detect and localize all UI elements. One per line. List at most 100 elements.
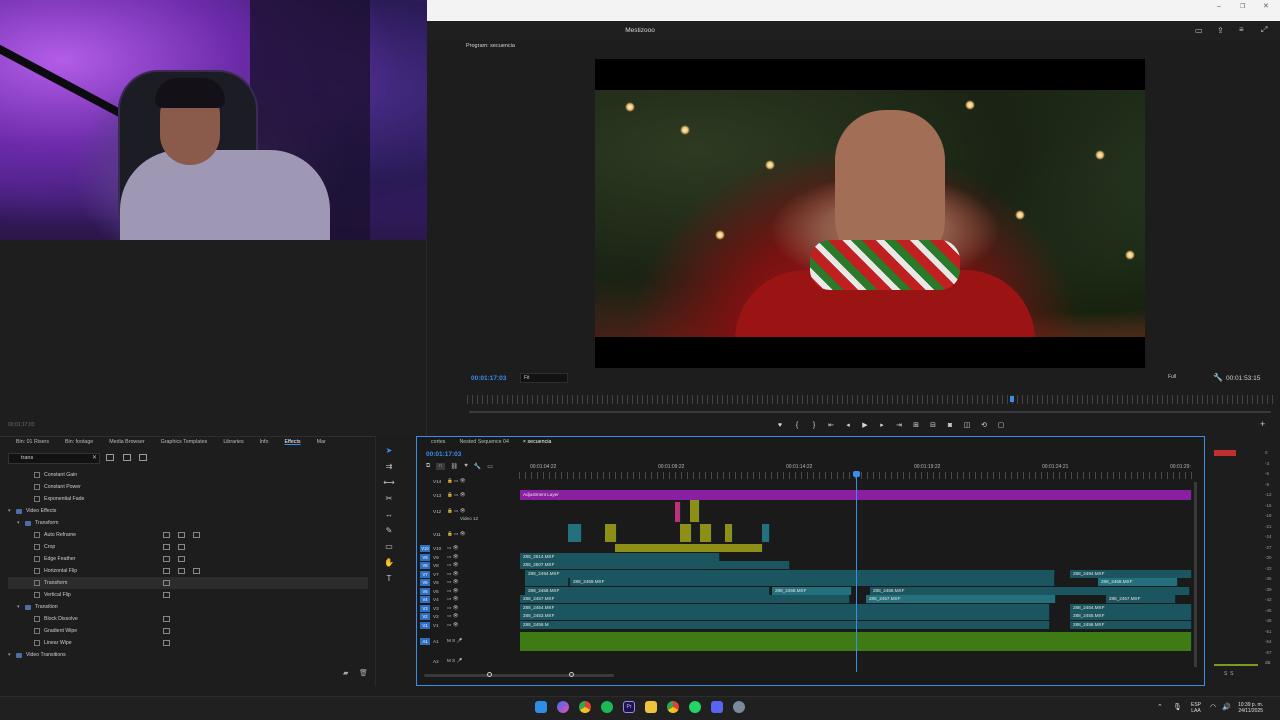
spotify-icon[interactable]: [601, 701, 613, 713]
meter-solo-labels[interactable]: S S: [1224, 671, 1233, 677]
restore-icon[interactable]: ❐: [1240, 3, 1245, 10]
clip-v12-b[interactable]: [690, 500, 700, 522]
track-header-v6[interactable]: V6 V6 ▭ 👁: [420, 578, 518, 586]
track-select-tool-icon[interactable]: ⇉: [383, 461, 395, 473]
track-header-v2[interactable]: V2 V2 ▭ 👁: [420, 612, 518, 620]
settings-icon[interactable]: 🔧: [474, 463, 481, 470]
track-header-v3[interactable]: V3 V3 ▭ 👁: [420, 604, 518, 612]
type-tool-icon[interactable]: T: [383, 573, 395, 585]
effect-item-crop[interactable]: Crop: [8, 541, 368, 553]
effect-item-video-transitions[interactable]: ▾ Video Transitions: [8, 649, 368, 661]
safe-margins-icon[interactable]: ▢: [996, 421, 1006, 429]
track-header-v9[interactable]: V9 V9 ▭ 👁: [420, 553, 518, 561]
clip-v11-c[interactable]: [680, 524, 692, 542]
clip-v2-a[interactable]: 288_2453.MXF: [520, 612, 1050, 620]
effect-item-transition[interactable]: ▾ Transition: [8, 601, 368, 613]
track-header-a2[interactable]: A2 M S 🎤: [420, 656, 518, 666]
new-bin-icon[interactable]: ▰: [343, 669, 348, 677]
disclosure-triangle-icon[interactable]: ▾: [8, 649, 16, 661]
clip-v8[interactable]: 288_2507.MXF: [520, 561, 790, 569]
timeline-current-time[interactable]: 00:01:17:03: [426, 451, 461, 458]
accelerated-effects-icon[interactable]: [106, 454, 114, 461]
snap-icon[interactable]: ∩: [436, 463, 445, 470]
effect-item-exponential-fade[interactable]: Exponential Fade: [8, 493, 368, 505]
clip-v11-b[interactable]: [605, 524, 617, 542]
effect-item-vertical-flip[interactable]: Vertical Flip: [8, 589, 368, 601]
effect-item-transform[interactable]: Transform: [8, 577, 368, 589]
effects-tab-info[interactable]: Info: [252, 438, 277, 446]
slip-tool-icon[interactable]: ↔: [383, 509, 395, 521]
32bit-effects-icon[interactable]: [123, 454, 131, 461]
clip-v7-a[interactable]: 288_2494.MXF: [525, 570, 1055, 578]
clip-v6-a[interactable]: [525, 578, 569, 586]
copilot-icon[interactable]: [557, 701, 569, 713]
clip-v5-c[interactable]: 288_2458.MXF: [870, 587, 1190, 595]
play-icon[interactable]: ▶: [860, 421, 870, 429]
marker-icon[interactable]: ♥: [775, 422, 785, 429]
volume-icon[interactable]: 🔊: [1222, 703, 1231, 711]
timeline-playhead[interactable]: [856, 472, 857, 672]
track-header-v8[interactable]: V8 V8 ▭ 👁: [420, 561, 518, 569]
taskbar-clock[interactable]: 10:39 p. m. 24/11/2025: [1238, 702, 1263, 714]
whatsapp-icon[interactable]: [689, 701, 701, 713]
effects-tab-media-browser[interactable]: Media Browser: [101, 438, 152, 446]
selection-tool-icon[interactable]: ➤: [383, 445, 395, 457]
program-playhead[interactable]: [1010, 396, 1014, 402]
effect-item-video-effects[interactable]: ▾ Video Effects: [8, 505, 368, 517]
trash-icon[interactable]: 🗑: [359, 669, 368, 677]
panel-icon[interactable]: ▭: [1195, 26, 1203, 35]
clip-v11-f[interactable]: [762, 524, 770, 542]
keyboard-language[interactable]: ESP LAA: [1191, 702, 1201, 714]
timeline-tab-cortes[interactable]: cortes: [424, 438, 452, 446]
program-scrub-bar[interactable]: [469, 411, 1271, 413]
clip-v11-e[interactable]: [725, 524, 733, 542]
timeline-playhead-handle[interactable]: [853, 471, 860, 477]
program-current-time[interactable]: 00:01:17:03: [471, 375, 506, 382]
clip-v11-d[interactable]: [700, 524, 712, 542]
overwrite-icon[interactable]: ⊟: [928, 421, 938, 429]
add-marker-icon[interactable]: ♥: [464, 463, 468, 470]
clip-v4-c[interactable]: 288_2457.MXF: [1106, 595, 1176, 603]
wifi-icon[interactable]: ◠: [1210, 703, 1216, 711]
clip-v1-b[interactable]: 288_2456.MXF: [1070, 621, 1192, 629]
mark-out-icon[interactable]: }: [809, 422, 819, 429]
clip-v9[interactable]: 288_2514.MXF: [520, 553, 720, 561]
insert-sequence-icon[interactable]: ⧉: [426, 463, 430, 470]
go-to-in-icon[interactable]: ⇤: [826, 421, 836, 429]
clip-v1-a[interactable]: 288_2456.M: [520, 621, 1050, 629]
track-header-a1[interactable]: A1 A1 M S 🎤: [420, 636, 518, 646]
captions-icon[interactable]: ▭: [487, 463, 493, 470]
clear-search-icon[interactable]: ✕: [92, 454, 97, 461]
add-button-icon[interactable]: +: [1260, 419, 1265, 429]
clip-v3-a[interactable]: 288_2454.MXF: [520, 604, 1050, 612]
disclosure-triangle-icon[interactable]: ▾: [17, 601, 25, 613]
hand-tool-icon[interactable]: ✋: [383, 557, 395, 569]
effects-search-input[interactable]: trans: [8, 453, 100, 464]
effects-tab-mar[interactable]: Mar: [309, 438, 334, 446]
pen-tool-icon[interactable]: ✎: [383, 525, 395, 537]
clip-v2-b[interactable]: 288_2455.MXF: [1070, 612, 1192, 620]
discord-icon[interactable]: [711, 701, 723, 713]
wrench-icon[interactable]: 🔧: [1213, 373, 1223, 382]
windows-start-icon[interactable]: [535, 701, 547, 713]
effect-item-transform[interactable]: ▾ Transform: [8, 517, 368, 529]
effect-item-constant-power[interactable]: Constant Power: [8, 481, 368, 493]
insert-icon[interactable]: ⊞: [911, 421, 921, 429]
premiere-icon[interactable]: Pr: [623, 701, 635, 713]
track-header-v7[interactable]: V7 V7 ▭ 👁: [420, 570, 518, 578]
track-header-v11[interactable]: V11 🔒 ▭ 👁: [420, 530, 518, 538]
effects-tab-bin-01-risers[interactable]: Bin: 01 Risers: [8, 438, 57, 446]
clip-v12-a[interactable]: [675, 502, 681, 522]
ripple-edit-tool-icon[interactable]: ⟷: [383, 477, 395, 489]
rectangle-tool-icon[interactable]: ▭: [383, 541, 395, 553]
clip-v5-a[interactable]: 288_2458.MXF: [525, 587, 770, 595]
timeline-vertical-scrollbar[interactable]: [1194, 482, 1197, 667]
chrome-icon[interactable]: [579, 701, 591, 713]
step-back-icon[interactable]: ◂: [843, 421, 853, 429]
file-explorer-icon[interactable]: [645, 701, 657, 713]
share-icon[interactable]: ⇪: [1217, 26, 1224, 35]
close-icon[interactable]: ✕: [1263, 2, 1269, 10]
effect-item-linear-wipe[interactable]: Linear Wipe: [8, 637, 368, 649]
effect-item-auto-reframe[interactable]: Auto Reframe: [8, 529, 368, 541]
video-preview[interactable]: [595, 59, 1145, 368]
